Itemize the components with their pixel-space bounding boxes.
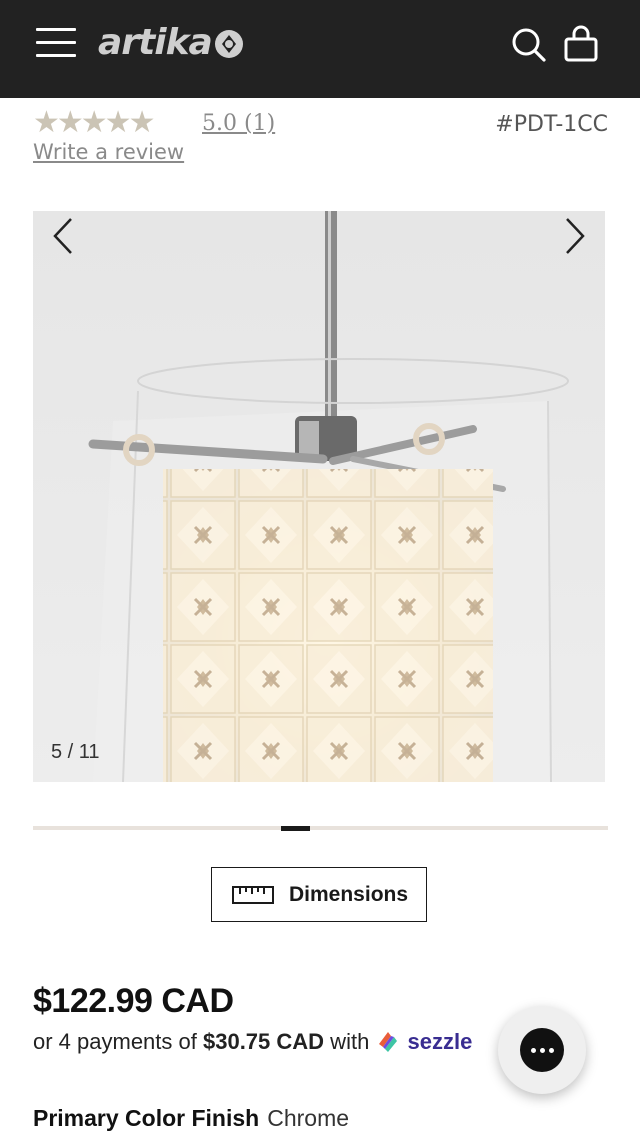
site-header: artika [0,0,640,98]
ruler-icon [232,886,274,904]
chevron-right-icon[interactable] [555,211,595,261]
shopping-bag-icon[interactable] [562,24,602,64]
dimensions-label: Dimensions [289,883,409,906]
logo-text: artika [98,22,213,63]
installment-with: with [324,1029,376,1054]
sezzle-logo-icon [379,1032,398,1052]
product-image [33,211,605,782]
rating-score: 5.0 [202,111,237,136]
chat-icon [520,1028,564,1072]
write-review-link[interactable]: Write a review [33,140,184,164]
logo-mark-icon [214,30,243,58]
artika-logo[interactable]: artika [98,22,245,63]
rating-summary-link[interactable]: 5.0 (1) [202,111,275,136]
installment-prefix: or 4 payments of [33,1029,203,1054]
primary-color-finish: Primary Color Finish Chrome [33,1105,349,1132]
installment-info: or 4 payments of $30.75 CAD with sezzle [33,1028,503,1055]
product-price: $122.99 CAD [33,982,234,1020]
sezzle-text[interactable]: sezzle [408,1029,473,1054]
finish-label: Primary Color Finish [33,1105,260,1131]
product-sku: #PDT-1CC [495,112,608,137]
chevron-left-icon[interactable] [45,211,85,261]
image-counter: 5 / 11 [51,741,100,763]
gallery-progress-bar[interactable] [33,826,608,831]
chat-button[interactable] [498,1006,586,1094]
rating-row: ★★★★★ 5.0 (1) #PDT-1CC [33,108,608,138]
gallery-progress-indicator [281,826,310,831]
dimensions-button[interactable]: Dimensions [211,867,427,922]
installment-amount: $30.75 CAD [202,1029,325,1054]
rating-stars: ★★★★★ [33,105,155,140]
hamburger-icon[interactable] [36,26,78,60]
rating-count: (1) [244,111,276,136]
product-image-gallery[interactable]: 5 / 11 [33,211,605,782]
search-icon[interactable] [508,24,548,64]
finish-value: Chrome [267,1105,350,1131]
